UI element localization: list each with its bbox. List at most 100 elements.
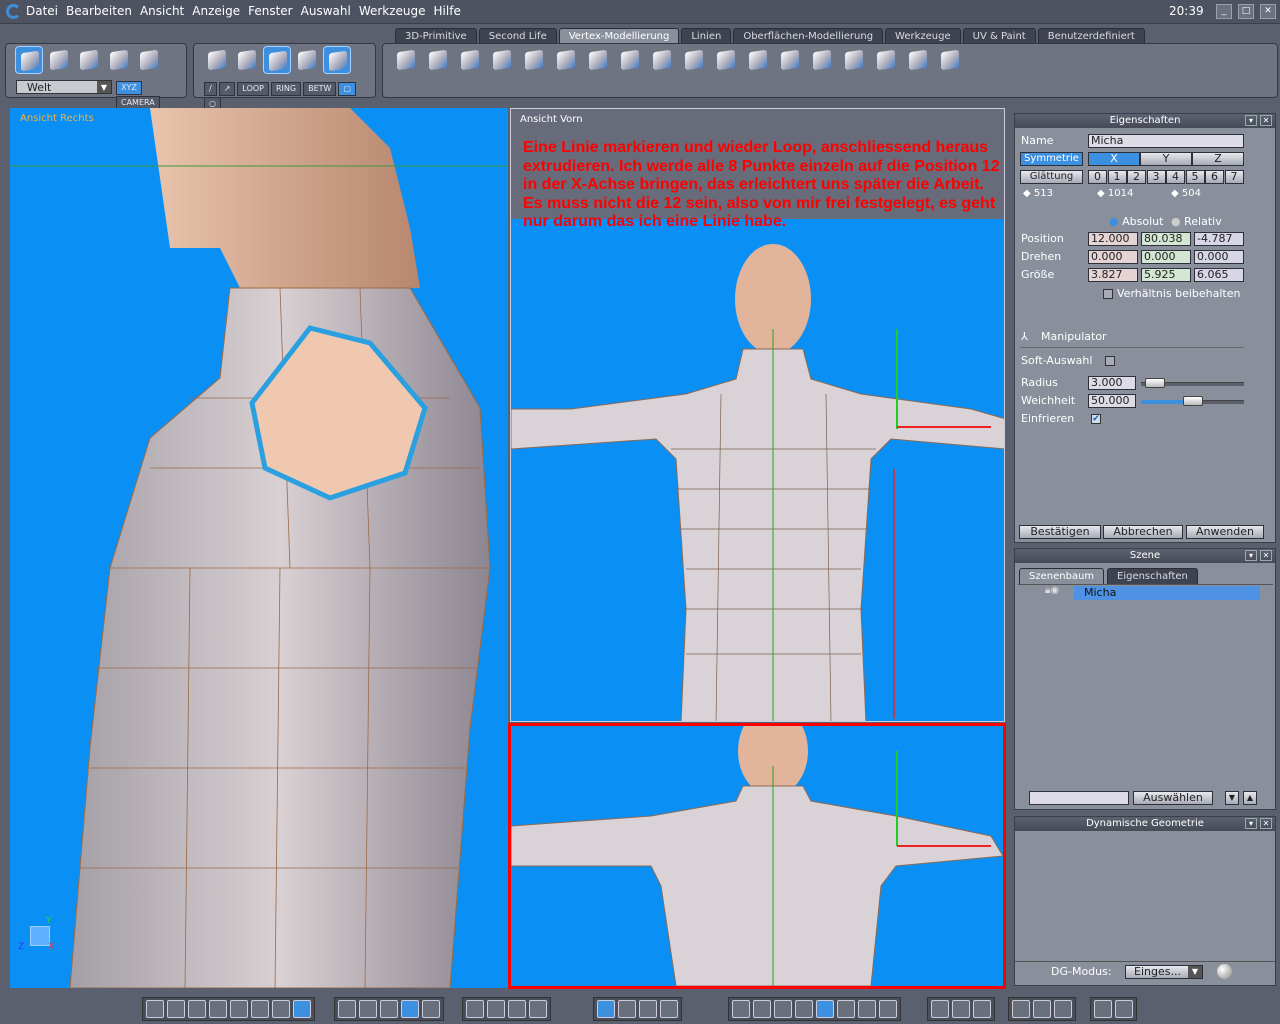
bottom-tool-7-3-icon[interactable] — [1054, 1000, 1072, 1018]
menu-bearbeiten[interactable]: Bearbeiten — [66, 4, 132, 18]
abbrechen-button[interactable]: Abbrechen — [1103, 525, 1183, 539]
rotate-icon[interactable] — [45, 46, 73, 74]
move-down-button[interactable]: ▼ — [1225, 791, 1239, 805]
bottom-tool-3-1-icon[interactable] — [466, 1000, 484, 1018]
ghost-icon[interactable] — [135, 46, 163, 74]
pen-select-button[interactable]: / — [204, 82, 217, 96]
smooth-level-4[interactable]: 4 — [1166, 170, 1185, 184]
bottom-tool-5-3-icon[interactable] — [774, 1000, 792, 1018]
bottom-tool-5-5-icon[interactable] — [816, 1000, 834, 1018]
coord-system-select[interactable]: Welt ▼ — [16, 80, 112, 94]
verhaeltnis-checkbox[interactable] — [1103, 289, 1113, 299]
weichheit-slider-thumb[interactable] — [1182, 396, 1203, 406]
close-button[interactable]: ✕ — [1260, 4, 1276, 19]
object-mode-icon[interactable] — [203, 46, 231, 74]
loop-button[interactable]: LOOP — [237, 82, 269, 96]
vertex-tool-3-icon[interactable] — [456, 46, 486, 74]
soft-auswahl-checkbox[interactable] — [1105, 356, 1115, 366]
smooth-level-0[interactable]: 0 — [1088, 170, 1107, 184]
tab-werkzeuge[interactable]: Werkzeuge — [885, 28, 961, 44]
smooth-level-2[interactable]: 2 — [1127, 170, 1146, 184]
bottom-tool-7-2-icon[interactable] — [1033, 1000, 1051, 1018]
glaettung-button[interactable]: Glättung — [1020, 170, 1083, 184]
tab-linien[interactable]: Linien — [681, 28, 732, 44]
bottom-tool-1-8-icon[interactable] — [293, 1000, 311, 1018]
menu-ansicht[interactable]: Ansicht — [140, 4, 184, 18]
bottom-tool-6-1-icon[interactable] — [931, 1000, 949, 1018]
bottom-tool-5-4-icon[interactable] — [795, 1000, 813, 1018]
bottom-tool-1-7-icon[interactable] — [272, 1000, 290, 1018]
bottom-tool-2-5-icon[interactable] — [422, 1000, 440, 1018]
vertex-tool-13-icon[interactable] — [776, 46, 806, 74]
position-x[interactable]: 12.000 — [1088, 232, 1138, 246]
smooth-level-3[interactable]: 3 — [1146, 170, 1166, 184]
mixed-mode-icon[interactable] — [323, 46, 351, 74]
minimize-button[interactable]: _ — [1216, 4, 1232, 19]
tab-second-life[interactable]: Second Life — [478, 28, 557, 44]
menu-hilfe[interactable]: Hilfe — [434, 4, 461, 18]
face-mode-icon[interactable] — [233, 46, 261, 74]
menu-datei[interactable]: Datei — [26, 4, 58, 18]
select-arrow-icon[interactable] — [15, 46, 43, 74]
position-y[interactable]: 80.038 — [1141, 232, 1191, 246]
lock-eye-icon[interactable]: 🔒︎◉ — [1045, 585, 1059, 596]
rotate-x[interactable]: 0.000 — [1088, 250, 1138, 264]
vertex-tool-8-icon[interactable] — [616, 46, 646, 74]
vertex-tool-14-icon[interactable] — [808, 46, 838, 74]
tab-3d-primitive[interactable]: 3D-Primitive — [395, 28, 477, 44]
bottom-tool-2-3-icon[interactable] — [380, 1000, 398, 1018]
dg-mode-select[interactable]: Einges... ▼ — [1125, 965, 1203, 979]
bottom-tool-8-1-icon[interactable] — [1094, 1000, 1112, 1018]
bottom-tool-3-4-icon[interactable] — [529, 1000, 547, 1018]
radius-slider[interactable] — [1141, 378, 1244, 388]
close-icon[interactable]: ✕ — [1260, 818, 1272, 829]
anwenden-button[interactable]: Anwenden — [1186, 525, 1264, 539]
bottom-tool-4-2-icon[interactable] — [618, 1000, 636, 1018]
smooth-level-1[interactable]: 1 — [1107, 170, 1127, 184]
vertex-tool-10-icon[interactable] — [680, 46, 710, 74]
bottom-tool-3-2-icon[interactable] — [487, 1000, 505, 1018]
rotate-z[interactable]: 0.000 — [1194, 250, 1244, 264]
absolut-radio[interactable]: ● Absolut — [1109, 215, 1163, 228]
weichheit-field[interactable]: 50.000 — [1088, 394, 1136, 408]
sym-y-button[interactable]: Y — [1140, 152, 1192, 166]
bottom-tool-5-1-icon[interactable] — [732, 1000, 750, 1018]
vertex-tool-16-icon[interactable] — [872, 46, 902, 74]
bottom-tool-4-4-icon[interactable] — [660, 1000, 678, 1018]
collapse-icon[interactable]: ▾ — [1245, 818, 1257, 829]
tab-szenenbaum[interactable]: Szenenbaum — [1019, 568, 1105, 584]
vertex-tool-6-icon[interactable] — [552, 46, 582, 74]
position-z[interactable]: -4.787 — [1194, 232, 1244, 246]
auswaehlen-button[interactable]: Auswählen — [1133, 791, 1213, 805]
vertex-mode-icon[interactable] — [293, 46, 321, 74]
vertex-tool-7-icon[interactable] — [584, 46, 614, 74]
smooth-level-7[interactable]: 7 — [1224, 170, 1244, 184]
smooth-level-6[interactable]: 6 — [1205, 170, 1224, 184]
bottom-tool-1-1-icon[interactable] — [146, 1000, 164, 1018]
bottom-tool-2-4-icon[interactable] — [401, 1000, 419, 1018]
close-icon[interactable]: ✕ — [1260, 115, 1272, 126]
bottom-tool-1-6-icon[interactable] — [251, 1000, 269, 1018]
menu-fenster[interactable]: Fenster — [248, 4, 293, 18]
vertex-tool-9-icon[interactable] — [648, 46, 678, 74]
collapse-icon[interactable]: ▾ — [1245, 550, 1257, 561]
menu-auswahl[interactable]: Auswahl — [301, 4, 351, 18]
vertex-tool-1-icon[interactable] — [392, 46, 422, 74]
tab-uv-paint[interactable]: UV & Paint — [962, 28, 1036, 44]
bottom-tool-6-2-icon[interactable] — [952, 1000, 970, 1018]
sphere-icon[interactable] — [105, 46, 133, 74]
maximize-button[interactable]: □ — [1238, 4, 1254, 19]
bottom-tool-5-6-icon[interactable] — [837, 1000, 855, 1018]
name-field[interactable]: Micha — [1088, 134, 1244, 148]
lasso-button[interactable]: ↗ — [218, 82, 236, 96]
bestaetigen-button[interactable]: Bestätigen — [1019, 525, 1101, 539]
bottom-tool-1-4-icon[interactable] — [209, 1000, 227, 1018]
tab-benutzerdefiniert[interactable]: Benutzerdefiniert — [1037, 28, 1145, 44]
scene-search-field[interactable] — [1029, 791, 1129, 805]
size-z[interactable]: 6.065 — [1194, 268, 1244, 282]
smooth-level-5[interactable]: 5 — [1185, 170, 1205, 184]
bottom-tool-6-3-icon[interactable] — [973, 1000, 991, 1018]
bottom-tool-5-7-icon[interactable] — [858, 1000, 876, 1018]
bottom-tool-7-1-icon[interactable] — [1012, 1000, 1030, 1018]
between-button[interactable]: BETW — [303, 82, 337, 96]
